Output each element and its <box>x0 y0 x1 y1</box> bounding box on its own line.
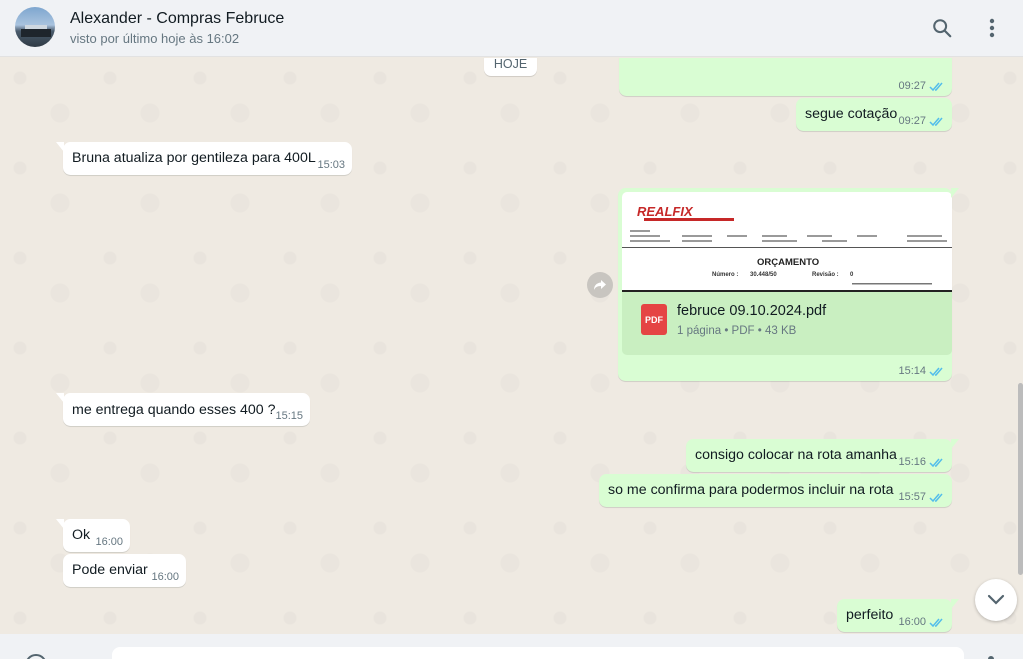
search-button[interactable] <box>928 14 956 42</box>
message-time: 09:27 <box>898 80 926 92</box>
search-icon <box>933 19 952 38</box>
emoji-icon[interactable] <box>25 654 47 659</box>
document-preview[interactable]: REALFIX ORÇAMENTO Número : 30.448/50 Rev… <box>622 192 952 292</box>
message-meta: 09:27 <box>898 80 945 92</box>
message-time: 15:16 <box>898 456 926 468</box>
message-text: so me confirma para podermos incluir na … <box>608 482 894 498</box>
message-meta: 15:57 <box>898 491 945 503</box>
message-bubble-outgoing[interactable]: so me confirma para podermos incluir na … <box>599 474 952 507</box>
message-meta: 15:15 <box>275 410 303 422</box>
message-bubble-incoming[interactable]: me entrega quando esses 400 ? 15:15 <box>56 393 310 426</box>
message-time: 16:00 <box>95 536 123 548</box>
preview-logo: REALFIX <box>637 204 694 219</box>
double-check-icon <box>929 367 943 376</box>
document-file-info: 1 página • PDF • 43 KB <box>677 325 797 337</box>
message-bubble-outgoing[interactable]: perfeito 16:00 <box>837 599 959 632</box>
preview-number-label: Número : <box>712 272 738 278</box>
double-check-icon <box>929 117 943 126</box>
compose-bar <box>0 634 1023 659</box>
date-divider: HOJE <box>484 58 537 76</box>
message-text: perfeito <box>846 607 894 623</box>
message-time: 16:00 <box>151 571 179 583</box>
message-bubble-document[interactable]: REALFIX ORÇAMENTO Número : 30.448/50 Rev… <box>618 188 959 381</box>
double-check-icon <box>929 458 943 467</box>
message-meta: 16:00 <box>95 536 123 548</box>
message-list[interactable]: HOJE 09:27 segue cotação 09:27 Bruna atu… <box>0 58 1023 634</box>
message-text: segue cotação <box>805 106 898 122</box>
message-time: 16:00 <box>898 616 926 628</box>
message-text: me entrega quando esses 400 ? <box>72 402 276 418</box>
message-bubble-outgoing[interactable]: segue cotação 09:27 <box>796 98 952 131</box>
contact-info[interactable]: Alexander - Compras Februce visto por úl… <box>70 9 284 48</box>
message-time: 15:15 <box>275 410 303 422</box>
message-bubble-incoming[interactable]: Bruna atualiza por gentileza para 400L 1… <box>56 142 352 175</box>
message-meta: 16:00 <box>151 571 179 583</box>
message-meta: 15:03 <box>317 159 345 171</box>
scrollbar[interactable] <box>1018 383 1023 575</box>
chevron-down-icon <box>987 594 1005 605</box>
preview-revision: 0 <box>850 272 854 278</box>
double-check-icon <box>929 493 943 502</box>
forward-button[interactable] <box>587 272 613 298</box>
message-meta: 09:27 <box>898 115 945 127</box>
preview-number: 30.448/50 <box>750 272 777 278</box>
message-time: 15:03 <box>317 159 345 171</box>
message-time: 15:57 <box>898 491 926 503</box>
contact-avatar[interactable] <box>15 7 55 47</box>
double-check-icon <box>929 618 943 627</box>
message-input[interactable] <box>112 647 964 659</box>
message-time: 09:27 <box>898 115 926 127</box>
message-bubble-incoming[interactable]: Pode enviar 16:00 <box>63 554 186 587</box>
contact-name: Alexander - Compras Februce <box>70 10 285 27</box>
pdf-file-icon: PDF <box>641 304 667 335</box>
scroll-to-bottom-button[interactable] <box>975 579 1017 621</box>
message-bubble-outgoing[interactable]: consigo colocar na rota amanha 15:16 <box>686 439 959 472</box>
message-bubble-incoming[interactable]: Ok 16:00 <box>56 519 130 552</box>
message-meta: 15:16 <box>898 456 945 468</box>
document-file-name: februce 09.10.2024.pdf <box>677 303 827 319</box>
message-text: Ok <box>72 527 91 543</box>
message-meta: 15:14 <box>898 365 945 377</box>
message-text: Bruna atualiza por gentileza para 400L <box>72 150 316 166</box>
message-meta: 16:00 <box>898 616 945 628</box>
menu-button[interactable] <box>978 14 1006 42</box>
preview-title: ORÇAMENTO <box>757 257 819 268</box>
chat-header: Alexander - Compras Februce visto por úl… <box>0 0 1023 57</box>
message-text: Pode enviar <box>72 562 148 578</box>
double-check-icon <box>929 82 943 91</box>
message-time: 15:14 <box>898 365 926 377</box>
preview-revision-label: Revisão : <box>812 272 839 278</box>
kebab-menu-icon <box>989 18 995 38</box>
forward-icon <box>594 280 606 290</box>
message-text: consigo colocar na rota amanha <box>695 447 897 463</box>
last-seen-status: visto por último hoje às 16:02 <box>70 31 240 46</box>
message-bubble-outgoing[interactable]: 09:27 <box>619 58 952 96</box>
document-attachment[interactable]: PDF februce 09.10.2024.pdf 1 página • PD… <box>622 292 952 355</box>
